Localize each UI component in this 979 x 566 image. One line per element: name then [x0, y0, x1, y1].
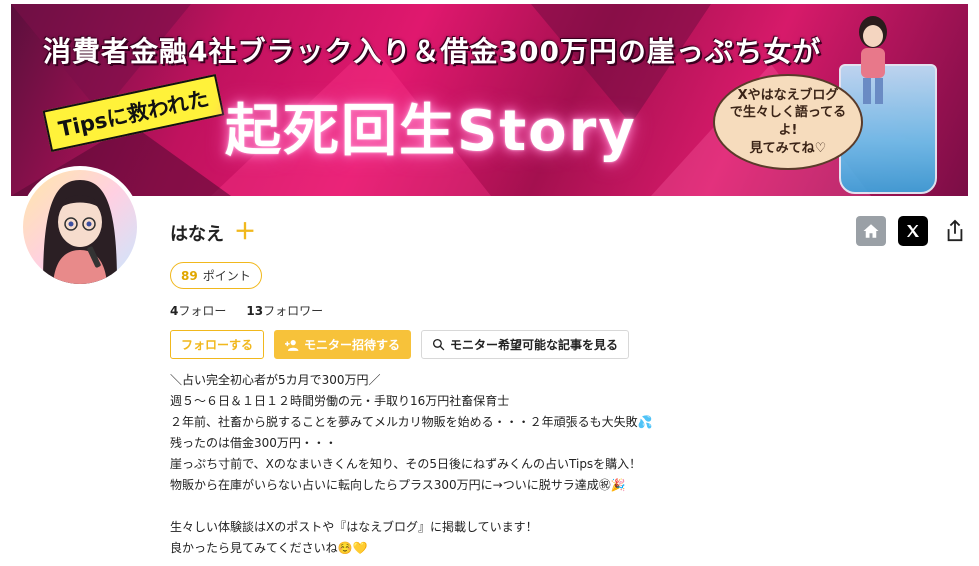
followers-count: 13	[246, 304, 264, 318]
banner-speech-bubble: Xやはなえブログ で生々しく語ってるよ! 見てみてね♡	[713, 74, 863, 170]
bio-line: 崖っぷち寸前で、Xのなまいきくんを知り、その5日後にねずみくんの占いTipsを購…	[170, 457, 642, 471]
bio-line: 残ったのは借金300万円・・・	[170, 436, 337, 450]
banner-title: 消費者金融4社ブラック入り＆借金300万円の崖っぷち女が	[43, 35, 822, 68]
follow-stats: 4フォロー 13フォロワー	[170, 302, 323, 319]
x-logo-icon	[907, 225, 919, 237]
profile-bio: ＼占い完全初心者が5カ月で300万円／ 週５～６日＆１日１２時間労働の元・手取り…	[170, 370, 790, 559]
banner-headline: 起死回生Story	[225, 99, 637, 164]
monitor-invite-label: モニター招待する	[304, 338, 401, 352]
avatar[interactable]	[19, 166, 141, 288]
followers-label: フォロワー	[263, 304, 324, 318]
add-user-icon	[285, 339, 299, 351]
profile-name: はなえ	[170, 224, 224, 245]
profile-buttons: フォローする モニター招待する モニター希望可能な記事を見る	[170, 330, 630, 359]
avatar-illustration	[43, 180, 117, 284]
share-icon	[947, 219, 963, 242]
points-value: 89	[181, 268, 198, 283]
bio-line: 良かったら見てみてくださいね☺️💛	[170, 541, 368, 555]
bio-line: 物販から在庫がいらない占いに転向したらプラス300万円に→ついに脱サラ達成㊗🎉	[170, 478, 626, 492]
home-button[interactable]	[856, 216, 886, 246]
bio-line: 生々しい体験談はXのポストや『はなえブログ』に掲載しています！	[170, 520, 538, 534]
follow-button-label: フォローする	[181, 338, 254, 352]
search-icon	[432, 338, 445, 351]
bio-line: ２年前、社畜から脱することを夢みてメルカリ物販を始める・・・２年頑張るも大失敗💦	[170, 415, 653, 429]
following-label: フォロー	[178, 304, 227, 318]
following-link[interactable]: 4フォロー	[170, 302, 226, 319]
points-label: ポイント	[202, 269, 251, 283]
share-button[interactable]	[940, 216, 970, 246]
home-icon	[863, 224, 879, 238]
plus-icon[interactable]: ＋	[234, 222, 256, 244]
monitor-articles-button[interactable]: モニター希望可能な記事を見る	[421, 330, 630, 359]
points-badge[interactable]: 89 ポイント	[170, 262, 262, 289]
followers-link[interactable]: 13フォロワー	[246, 302, 323, 319]
monitor-invite-button[interactable]: モニター招待する	[274, 330, 412, 359]
header-banner: 消費者金融4社ブラック入り＆借金300万円の崖っぷち女が Tipsに救われた 起…	[11, 4, 968, 196]
profile-name-row: はなえ ＋	[170, 220, 256, 246]
bio-line: ＼占い完全初心者が5カ月で300万円／	[170, 373, 381, 387]
monitor-articles-label: モニター希望可能な記事を見る	[450, 338, 619, 352]
bio-blank-line	[170, 496, 790, 517]
follow-button[interactable]: フォローする	[170, 330, 265, 359]
profile-actions	[856, 216, 970, 246]
bio-line: 週５～６日＆１日１２時間労働の元・手取り16万円社畜保育士	[170, 394, 510, 408]
x-link-button[interactable]	[898, 216, 928, 246]
